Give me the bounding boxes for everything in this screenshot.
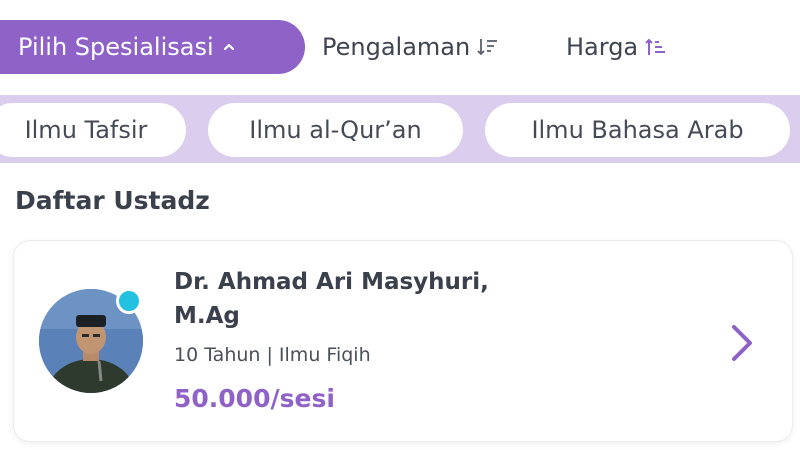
ustadz-price: 50.000/sesi bbox=[174, 384, 335, 413]
specialization-dropdown-button[interactable]: Pilih Spesialisasi bbox=[0, 20, 305, 74]
ustadz-card[interactable]: Dr. Ahmad Ari Masyhuri, M.Ag 10 Tahun | … bbox=[14, 241, 792, 441]
specialization-chip-bar: Ilmu Tafsir Ilmu al-Qur’an Ilmu Bahasa A… bbox=[0, 95, 800, 163]
section-title: Daftar Ustadz bbox=[15, 186, 210, 215]
ustadz-name: Dr. Ahmad Ari Masyhuri, M.Ag bbox=[174, 269, 489, 329]
sort-experience-button[interactable]: Pengalaman bbox=[322, 20, 500, 74]
sort-experience-label: Pengalaman bbox=[322, 33, 471, 61]
chip-ilmu-al-quran[interactable]: Ilmu al-Qur’an bbox=[208, 103, 463, 157]
sort-descending-icon bbox=[476, 35, 500, 59]
chip-ilmu-tafsir[interactable]: Ilmu Tafsir bbox=[0, 103, 186, 157]
chevron-right-icon[interactable] bbox=[726, 321, 756, 365]
sort-price-label: Harga bbox=[566, 33, 639, 61]
sort-price-button[interactable]: Harga bbox=[566, 20, 668, 74]
ustadz-experience-specialty: 10 Tahun | Ilmu Fiqih bbox=[174, 344, 371, 366]
sort-ascending-icon bbox=[644, 35, 668, 59]
filter-bar: Pilih Spesialisasi Pengalaman Harga bbox=[0, 20, 800, 76]
online-status-indicator bbox=[116, 288, 142, 314]
chevron-up-icon bbox=[222, 40, 236, 54]
chip-ilmu-bahasa-arab[interactable]: Ilmu Bahasa Arab bbox=[485, 103, 790, 157]
specialization-label: Pilih Spesialisasi bbox=[18, 33, 214, 61]
